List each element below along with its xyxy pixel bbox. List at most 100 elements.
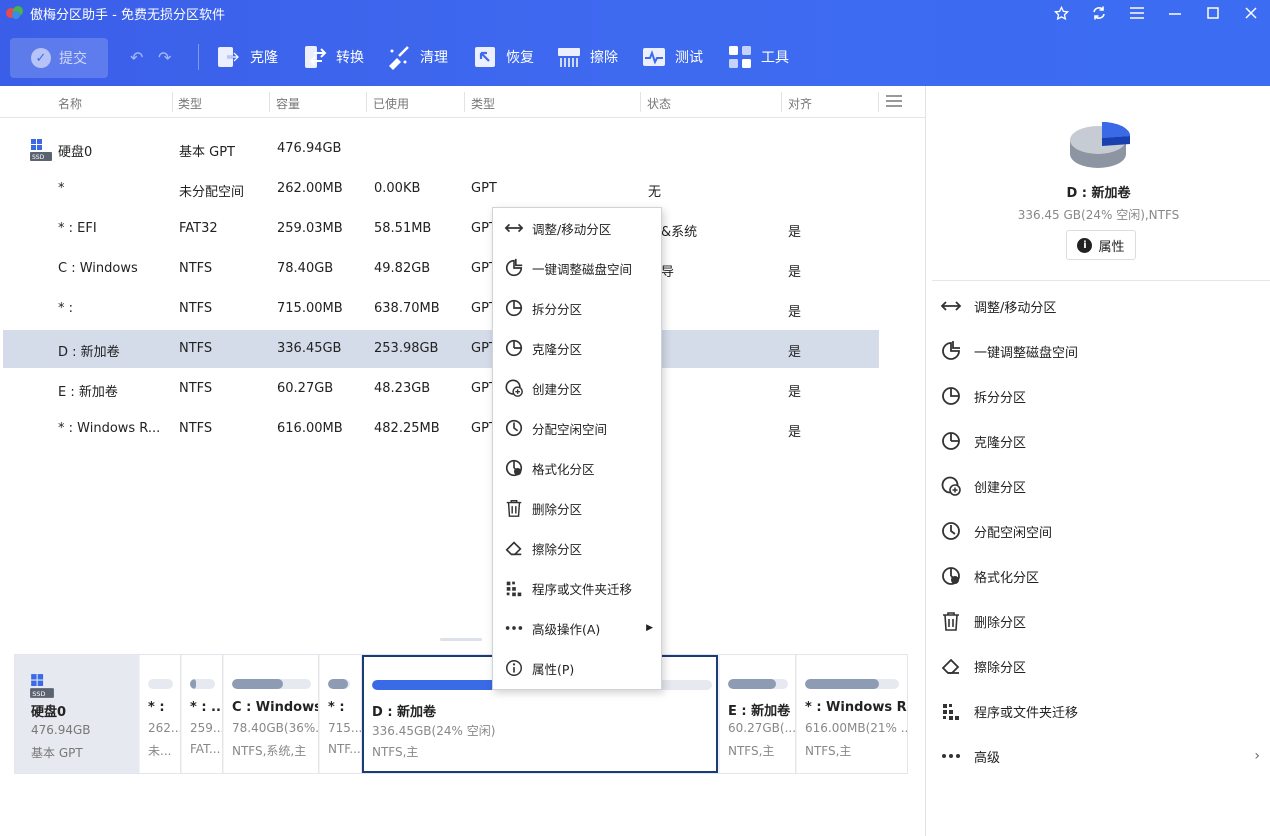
- cell-type: NTFS: [179, 381, 213, 396]
- cell-used: 638.70MB: [374, 301, 440, 316]
- action-clone-partition[interactable]: 克隆分区: [940, 429, 1260, 453]
- col-header-status[interactable]: 状态: [647, 95, 671, 112]
- wipe-button[interactable]: 擦除: [556, 44, 618, 70]
- menu-item-quick-adjust[interactable]: 一键调整磁盘空间: [493, 248, 661, 288]
- menu-item-migrate[interactable]: 程序或文件夹迁移: [493, 568, 661, 608]
- star-icon[interactable]: [1042, 0, 1080, 26]
- action-split[interactable]: 拆分分区: [940, 384, 1260, 408]
- refresh-icon[interactable]: [1080, 0, 1118, 26]
- table-row-selected[interactable]: D : 新加卷 NTFS 336.45GB 253.98GB GPT 是: [3, 330, 879, 368]
- create-partition-icon: [941, 476, 961, 496]
- info-icon: i: [1077, 237, 1093, 253]
- partition-fs: NTFS,系统,主: [232, 744, 307, 758]
- col-header-name[interactable]: 名称: [58, 95, 82, 112]
- column-settings-icon[interactable]: [886, 95, 902, 109]
- menu-item-label: 擦除分区: [532, 541, 583, 557]
- recover-label: 恢复: [506, 50, 534, 66]
- table-row[interactable]: * : NTFS 715.00MB 638.70MB GPT 是: [3, 290, 879, 328]
- action-label: 一键调整磁盘空间: [974, 345, 1079, 361]
- table-header: 名称 类型 容量 已使用 类型 状态 对齐: [0, 86, 925, 118]
- col-header-align[interactable]: 对齐: [788, 95, 812, 112]
- action-delete[interactable]: 删除分区: [940, 609, 1260, 633]
- maximize-icon[interactable]: [1194, 0, 1232, 26]
- allocate-space-icon: [942, 522, 960, 540]
- action-quick-adjust[interactable]: 一键调整磁盘空间: [940, 339, 1260, 363]
- partition-block[interactable]: C : Windows 78.40GB(36%... NTFS,系统,主: [224, 655, 319, 773]
- wipe-icon: [558, 48, 580, 67]
- menu-item-create-partition[interactable]: 创建分区: [493, 368, 661, 408]
- clean-button[interactable]: 清理: [386, 44, 448, 70]
- recover-button[interactable]: 恢复: [472, 44, 534, 70]
- action-format[interactable]: 格式化分区: [940, 564, 1260, 588]
- partition-block[interactable]: * : 715... NTF...: [320, 655, 362, 773]
- menu-item-label: 创建分区: [532, 381, 583, 397]
- menu-item-allocate-space[interactable]: 分配空闲空间: [493, 408, 661, 448]
- properties-button[interactable]: i 属性: [1066, 230, 1136, 260]
- menu-item-clone-partition[interactable]: 克隆分区: [493, 328, 661, 368]
- col-header-ptype[interactable]: 类型: [471, 95, 495, 112]
- action-label: 拆分分区: [974, 390, 1027, 406]
- close-icon[interactable]: [1232, 0, 1270, 26]
- partition-block[interactable]: E : 新加卷 60.27GB(... NTFS,主: [720, 655, 796, 773]
- disk-map-disk[interactable]: SSD 硬盘0 476.94GB 基本 GPT: [15, 655, 139, 773]
- menu-item-resize-move[interactable]: 调整/移动分区: [493, 208, 661, 248]
- convert-button[interactable]: 转换: [302, 44, 364, 70]
- col-header-capacity[interactable]: 容量: [276, 95, 300, 112]
- cell-align: 是: [788, 265, 802, 280]
- cell-capacity: 78.40GB: [277, 261, 334, 276]
- partition-fs: NTFS,主: [805, 744, 852, 758]
- usage-bar: [328, 679, 350, 689]
- properties-label: 属性: [1098, 239, 1125, 255]
- col-header-type[interactable]: 类型: [178, 95, 202, 112]
- menu-item-advanced[interactable]: 高级操作(A) ▶: [493, 608, 661, 648]
- svg-text:SSD: SSD: [32, 690, 45, 698]
- table-row[interactable]: * : Windows R... NTFS 616.00MB 482.25MB …: [3, 410, 879, 448]
- resize-move-icon: [504, 223, 524, 233]
- test-button[interactable]: 测试: [641, 44, 703, 70]
- menu-icon[interactable]: [1118, 0, 1156, 26]
- menu-item-format[interactable]: 格式化分区: [493, 448, 661, 488]
- partition-block[interactable]: * : Windows RE... 616.00MB(21% ... NTFS,…: [797, 655, 907, 773]
- partition-name: E : 新加卷: [728, 704, 791, 719]
- more-icon: [505, 626, 523, 630]
- table-row[interactable]: * : EFI FAT32 259.03MB 58.51MB GPT 动&系统 …: [3, 210, 879, 248]
- title-bar: 傲梅分区助手 - 免费无损分区软件: [0, 0, 1270, 26]
- test-label: 测试: [675, 50, 703, 66]
- menu-item-properties[interactable]: 属性(P): [493, 648, 661, 688]
- submit-label: 提交: [59, 51, 87, 67]
- right-panel: D : 新加卷 336.45 GB(24% 空闲),NTFS i 属性 调整/移…: [925, 86, 1270, 836]
- cell-name: * :: [58, 301, 74, 316]
- selected-partition-name: D : 新加卷: [1066, 186, 1131, 201]
- col-divider: [878, 92, 879, 112]
- cell-used: 0.00KB: [374, 181, 421, 196]
- splitter-handle[interactable]: [440, 638, 482, 641]
- partition-block[interactable]: * : 262... 未...: [140, 655, 181, 773]
- col-header-used[interactable]: 已使用: [373, 95, 409, 112]
- tools-button[interactable]: 工具: [727, 44, 789, 70]
- migrate-icon: [506, 581, 522, 597]
- cell-align: 是: [788, 385, 802, 400]
- submit-button[interactable]: ✓ 提交: [10, 38, 108, 78]
- menu-item-split[interactable]: 拆分分区: [493, 288, 661, 328]
- clone-partition-icon: [505, 339, 523, 357]
- undo-icon[interactable]: ↶: [130, 48, 143, 67]
- action-erase[interactable]: 擦除分区: [940, 654, 1260, 678]
- erase-icon: [941, 658, 960, 674]
- redo-icon[interactable]: ↷: [158, 48, 171, 67]
- minimize-icon[interactable]: [1156, 0, 1194, 26]
- menu-item-delete[interactable]: 删除分区: [493, 488, 661, 528]
- table-row[interactable]: SSD 硬盘0 基本 GPT 476.94GB: [3, 130, 879, 168]
- clone-button[interactable]: 克隆: [216, 44, 278, 70]
- table-row[interactable]: C : Windows NTFS 78.40GB 49.82GB GPT 导 是: [3, 250, 879, 288]
- menu-item-erase[interactable]: 擦除分区: [493, 528, 661, 568]
- action-migrate[interactable]: 程序或文件夹迁移: [940, 699, 1260, 723]
- partition-block[interactable]: * : ... 259... FAT...: [182, 655, 223, 773]
- action-resize-move[interactable]: 调整/移动分区: [940, 294, 1260, 318]
- table-row[interactable]: * 未分配空间 262.00MB 0.00KB GPT 无: [3, 170, 879, 208]
- action-allocate-space[interactable]: 分配空闲空间: [940, 519, 1260, 543]
- action-create-partition[interactable]: 创建分区: [940, 474, 1260, 498]
- cell-type: 基本 GPT: [179, 145, 235, 160]
- action-advanced[interactable]: 高级 ›: [940, 744, 1260, 768]
- app-logo-icon: [6, 6, 23, 19]
- table-row[interactable]: E : 新加卷 NTFS 60.27GB 48.23GB GPT 是: [3, 370, 879, 408]
